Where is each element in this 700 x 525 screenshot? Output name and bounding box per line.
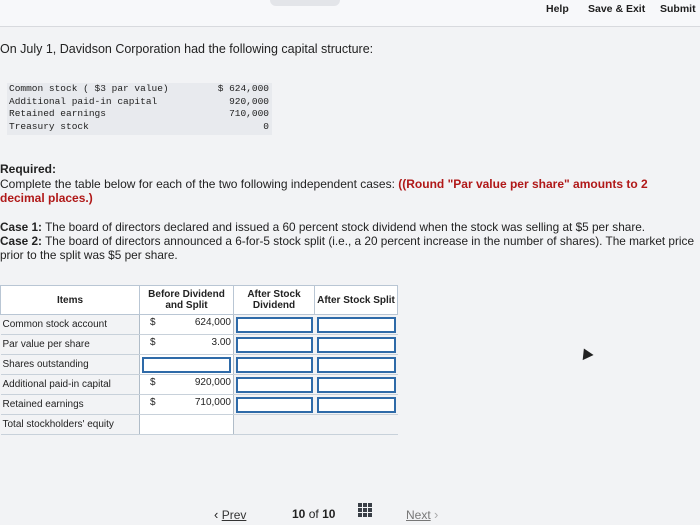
row-item-label: Par value per share xyxy=(0,334,140,355)
capital-value: 710,000 xyxy=(229,108,269,119)
after-split-cell xyxy=(314,334,398,355)
prev-button[interactable]: ‹ Prev xyxy=(214,507,246,522)
top-toolbar: Help Save & Exit Submit xyxy=(0,0,700,27)
after-dividend-input[interactable] xyxy=(236,316,313,333)
case-1-text: The board of directors declared and issu… xyxy=(45,220,646,234)
after-split-input[interactable] xyxy=(316,396,396,413)
table-row: Common stock account $ 624,000 xyxy=(0,314,398,335)
header-after-split: After Stock Split xyxy=(314,285,398,315)
dollar-sign: $ xyxy=(150,397,156,408)
after-dividend-input[interactable] xyxy=(236,336,313,353)
after-split-input[interactable] xyxy=(316,356,396,373)
before-shares-input[interactable] xyxy=(142,356,231,373)
submit-button[interactable]: Submit xyxy=(660,3,696,15)
capital-label: Retained earnings xyxy=(9,108,106,119)
next-label: Next xyxy=(406,508,431,522)
header-items: Items xyxy=(0,285,140,315)
capital-row: Treasury stock 0 xyxy=(7,121,272,134)
chevron-right-icon: › xyxy=(434,507,439,522)
after-split-cell xyxy=(314,394,398,415)
before-value: 920,000 xyxy=(194,377,231,388)
cases-section: Case 1: The board of directors declared … xyxy=(0,220,700,262)
after-dividend-cell xyxy=(233,354,315,375)
case-2-label: Case 2: xyxy=(0,234,42,248)
capital-row: Common stock ( $3 par value) $ 624,000 xyxy=(7,83,272,96)
capital-structure-table: Common stock ( $3 par value) $ 624,000 A… xyxy=(7,83,272,135)
before-cell: $ 3.00 xyxy=(139,334,234,355)
after-dividend-input[interactable] xyxy=(236,356,313,373)
row-item-label: Total stockholders' equity xyxy=(0,414,140,435)
mouse-cursor-icon xyxy=(578,345,594,361)
prev-label: Prev xyxy=(221,508,247,522)
table-row: Par value per share $ 3.00 xyxy=(0,334,398,355)
capital-row: Additional paid-in capital 920,000 xyxy=(7,96,272,109)
required-text: Complete the table below for each of the… xyxy=(0,176,395,191)
tab-stub xyxy=(270,0,340,6)
page-indicator: 10 of 10 xyxy=(292,507,335,521)
before-value: 710,000 xyxy=(194,397,231,408)
capital-label: Additional paid-in capital xyxy=(9,95,158,107)
row-item-label: Shares outstanding xyxy=(0,354,140,375)
capital-value: 0 xyxy=(263,120,269,132)
capital-value: $ 624,000 xyxy=(217,83,269,94)
required-body: Complete the table below for each of the… xyxy=(0,177,690,206)
grid-view-icon[interactable] xyxy=(358,503,372,517)
dollar-sign: $ xyxy=(150,317,156,328)
required-section: Required: Complete the table below for e… xyxy=(0,162,690,206)
page-current: 10 xyxy=(292,507,306,521)
before-cell xyxy=(139,354,234,375)
after-dividend-cell xyxy=(233,374,315,395)
before-cell xyxy=(139,414,234,435)
table-row: Shares outstanding xyxy=(0,354,398,375)
after-dividend-cell xyxy=(233,314,315,335)
answer-table: Items Before Dividend and Split After St… xyxy=(0,285,398,435)
page-of: of xyxy=(308,507,319,521)
after-dividend-cell xyxy=(233,414,315,435)
table-row: Retained earnings $ 710,000 xyxy=(0,394,398,415)
after-split-input[interactable] xyxy=(316,376,396,393)
after-split-input[interactable] xyxy=(316,316,396,333)
case-2: Case 2: The board of directors announced… xyxy=(0,234,700,262)
header-before: Before Dividend and Split xyxy=(139,285,234,315)
case-1-label: Case 1: xyxy=(0,220,42,234)
case-1: Case 1: The board of directors declared … xyxy=(0,220,700,234)
after-split-cell xyxy=(314,314,398,335)
row-item-label: Retained earnings xyxy=(0,394,140,415)
after-dividend-cell xyxy=(233,334,315,355)
table-row: Additional paid-in capital $ 920,000 xyxy=(0,374,398,395)
capital-label: Common stock ( $3 par value) xyxy=(9,83,169,94)
header-after-dividend: After Stock Dividend xyxy=(233,285,315,315)
capital-label: Treasury stock xyxy=(9,120,89,132)
next-button[interactable]: Next › xyxy=(406,507,438,522)
intro-text: On July 1, Davidson Corporation had the … xyxy=(0,42,374,56)
row-item-label: Common stock account xyxy=(0,314,140,335)
after-split-input[interactable] xyxy=(316,336,396,353)
table-row: Total stockholders' equity xyxy=(0,414,398,435)
dollar-sign: $ xyxy=(150,377,156,388)
before-value: 3.00 xyxy=(211,337,231,348)
save-exit-button[interactable]: Save & Exit xyxy=(588,3,645,15)
before-cell: $ 624,000 xyxy=(139,314,234,335)
row-item-label: Additional paid-in capital xyxy=(0,374,140,395)
capital-row: Retained earnings 710,000 xyxy=(7,108,272,121)
before-value: 624,000 xyxy=(194,317,231,328)
page-total: 10 xyxy=(322,507,336,521)
required-title: Required: xyxy=(0,162,57,176)
case-2-text: The board of directors announced a 6-for… xyxy=(0,234,695,262)
after-split-cell xyxy=(314,414,398,435)
capital-value: 920,000 xyxy=(229,95,269,107)
help-button[interactable]: Help xyxy=(546,3,569,15)
after-dividend-input[interactable] xyxy=(236,396,313,413)
after-dividend-cell xyxy=(233,394,315,415)
after-dividend-input[interactable] xyxy=(236,376,313,393)
before-cell: $ 710,000 xyxy=(139,394,234,415)
after-split-cell xyxy=(314,374,398,395)
after-split-cell xyxy=(314,354,398,375)
dollar-sign: $ xyxy=(150,337,156,348)
chevron-left-icon: ‹ xyxy=(214,507,219,522)
before-cell: $ 920,000 xyxy=(139,374,234,395)
